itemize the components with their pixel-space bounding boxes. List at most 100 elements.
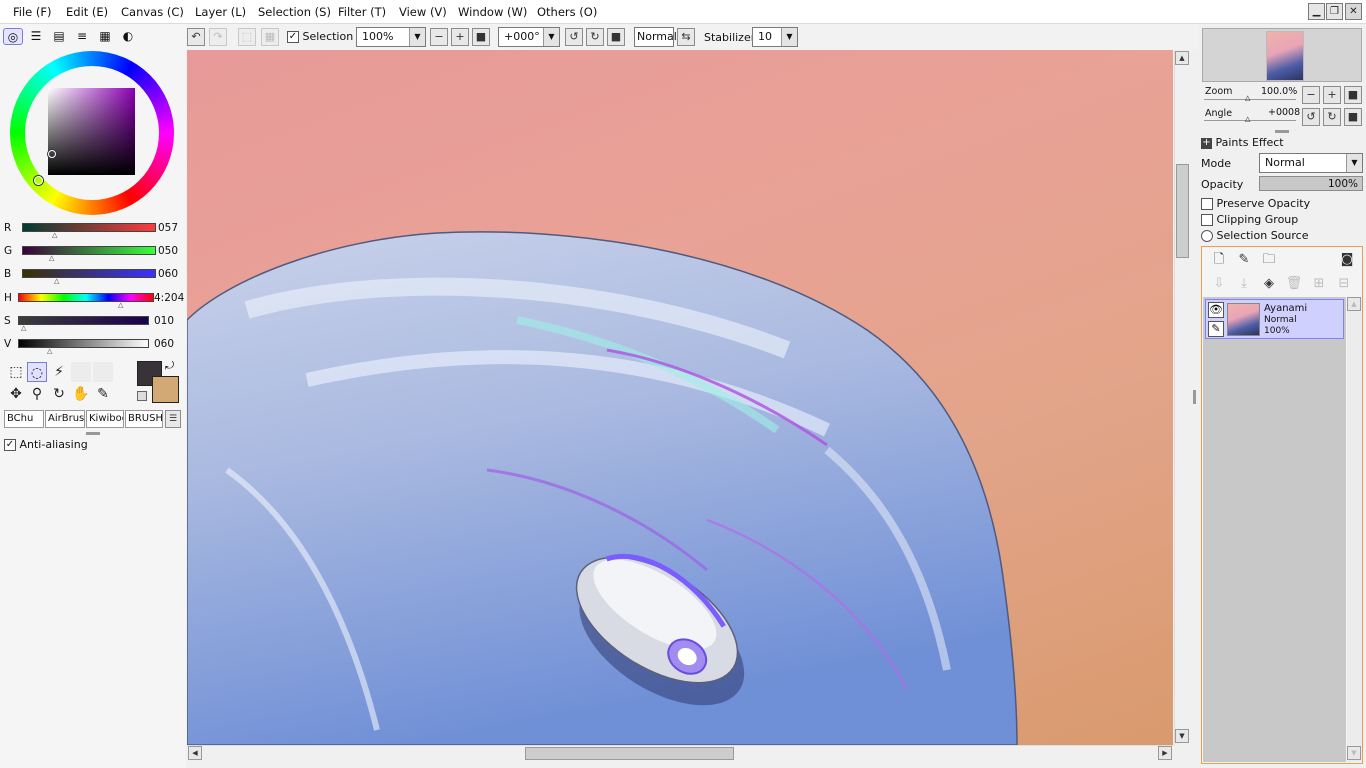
vertical-scroll-thumb[interactable] [1176, 164, 1189, 258]
scroll-left-arrow[interactable]: ◀ [188, 746, 202, 760]
menu-others[interactable]: Others (O) [537, 5, 597, 19]
brush-tab-airbrush[interactable]: AirBrush [45, 410, 85, 428]
saturation-track[interactable] [18, 316, 149, 325]
blue-track[interactable] [22, 269, 156, 278]
lasso-tool[interactable]: ◌ [27, 362, 47, 382]
preserve-opacity-checkbox[interactable] [1201, 198, 1213, 210]
preserve-opacity-toggle[interactable]: Preserve Opacity [1201, 197, 1310, 210]
new-layer-icon[interactable]: 🗋 [1210, 251, 1228, 269]
transfer-down-icon[interactable]: ⇩ [1210, 275, 1228, 293]
rect-select-tool[interactable]: ⬚ [6, 362, 26, 382]
selection-toggle[interactable]: ✓ Selection [287, 30, 353, 43]
invert-selection-button[interactable]: ▦ [261, 28, 279, 46]
rotate-left-button[interactable]: ↺ [565, 28, 583, 46]
selection-checkbox[interactable]: ✓ [287, 31, 299, 43]
menu-file[interactable]: File (F) [13, 5, 52, 19]
merge-layers-icon[interactable]: ⊞ [1310, 275, 1328, 293]
minimize-button[interactable]: ▁ [1308, 3, 1325, 20]
hue-thumb[interactable]: △ [118, 301, 123, 309]
rgb-slider-tab[interactable]: ☰ [26, 28, 46, 45]
edit-brush-icon[interactable]: ✎ [1208, 321, 1224, 337]
anti-aliasing-checkbox[interactable]: ✓ [4, 439, 16, 451]
rotate-right-button[interactable]: ↻ [586, 28, 604, 46]
blue-thumb[interactable]: △ [54, 277, 59, 285]
menu-selection[interactable]: Selection (S) [258, 5, 331, 19]
hue-track[interactable] [18, 293, 154, 302]
navigator-preview[interactable] [1202, 28, 1362, 82]
paints-effect-toggle[interactable]: + Paints Effect [1201, 136, 1284, 149]
red-thumb[interactable]: △ [52, 231, 57, 239]
delete-layer-icon[interactable]: 🗑 [1285, 275, 1303, 293]
menu-layer[interactable]: Layer (L) [195, 5, 246, 19]
mixer-tab[interactable]: ◐ [118, 28, 138, 45]
right-panel-splitter[interactable] [1193, 390, 1196, 404]
value-track[interactable] [18, 339, 149, 348]
green-slider[interactable]: G △ 050 [4, 244, 184, 262]
rotate-icon[interactable]: ↻ [49, 384, 69, 404]
menu-canvas[interactable]: Canvas (C) [121, 5, 184, 19]
eyedropper-icon[interactable]: ✎ [93, 384, 113, 404]
restore-button[interactable]: ❐ [1326, 3, 1343, 20]
value-thumb[interactable]: △ [47, 347, 52, 355]
nav-splitter[interactable] [1275, 130, 1289, 133]
menu-view[interactable]: View (V) [399, 5, 447, 19]
sv-cursor[interactable] [48, 150, 56, 158]
scratchpad-tab[interactable]: ▦ [95, 28, 115, 45]
rotate-reset-button[interactable]: ■ [607, 28, 625, 46]
saturation-thumb[interactable]: △ [21, 324, 26, 332]
zoom-out-button[interactable]: − [430, 28, 448, 46]
layer-mask-icon[interactable]: ◙ [1338, 251, 1356, 269]
menu-edit[interactable]: Edit (E) [66, 5, 108, 19]
new-linework-layer-icon[interactable]: ✎ [1235, 251, 1253, 269]
nav-zoom-out-button[interactable]: − [1302, 86, 1320, 104]
flip-button[interactable]: ⇆ [677, 28, 695, 46]
nav-zoom-thumb[interactable]: △ [1245, 94, 1250, 102]
undo-button[interactable]: ↶ [187, 28, 205, 46]
saturation-slider[interactable]: S △ 010 [4, 314, 184, 332]
scroll-down-arrow[interactable]: ▼ [1175, 729, 1189, 743]
horizontal-scrollbar[interactable]: ◀ ▶ [187, 745, 1174, 761]
expand-plus-icon[interactable]: + [1201, 137, 1212, 149]
drawing-canvas[interactable] [187, 50, 1173, 745]
saturation-value-square[interactable] [48, 88, 135, 175]
angle-combo[interactable]: +000° ▼ [498, 27, 560, 47]
layer-row[interactable]: 👁 ✎ Ayanami Normal 100% [1205, 299, 1344, 339]
layer-vertical-scrollbar[interactable]: ▲ ▼ [1347, 297, 1362, 762]
swap-colors-icon[interactable]: ⤾ [165, 359, 174, 373]
secondary-color-swatch[interactable] [152, 376, 179, 403]
zoom-icon[interactable]: ⚲ [27, 384, 47, 404]
zoom-combo[interactable]: 100% ▼ [356, 27, 426, 47]
selection-source-radio[interactable] [1201, 230, 1213, 242]
blend-mode-button[interactable]: Normal [634, 27, 677, 47]
zoom-reset-button[interactable]: ■ [472, 28, 490, 46]
move-icon[interactable]: ✥ [6, 384, 26, 404]
horizontal-scroll-thumb[interactable] [525, 747, 734, 760]
menu-window[interactable]: Window (W) [458, 5, 527, 19]
clear-layer-icon[interactable]: ◈ [1260, 275, 1278, 293]
clipping-group-toggle[interactable]: Clipping Group [1201, 213, 1298, 226]
blue-slider[interactable]: B △ 060 [4, 267, 184, 285]
scroll-up-arrow[interactable]: ▲ [1175, 51, 1189, 65]
deselect-button[interactable]: ⬚ [238, 28, 256, 46]
hand-icon[interactable]: ✋ [71, 384, 91, 404]
merge-down-icon[interactable]: ⤓ [1235, 275, 1253, 293]
new-folder-icon[interactable]: 🗀 [1260, 251, 1278, 269]
menu-filter[interactable]: Filter (T) [338, 5, 386, 19]
color-wheel-tab[interactable]: ◎ [3, 28, 23, 45]
hue-slider[interactable]: H △ 4:204 [4, 291, 184, 309]
swatch-tab[interactable]: ≡ [72, 28, 92, 45]
nav-rotate-right-button[interactable]: ↻ [1323, 108, 1341, 126]
brush-tab-brushs[interactable]: BRUSHS [125, 410, 163, 428]
nav-rotate-left-button[interactable]: ↺ [1302, 108, 1320, 126]
red-track[interactable] [22, 223, 156, 232]
nav-rotate-reset-button[interactable]: ■ [1344, 108, 1362, 126]
merge-visible-icon[interactable]: ⊟ [1335, 275, 1353, 293]
close-button[interactable]: ✕ [1345, 3, 1362, 20]
clipping-group-checkbox[interactable] [1201, 214, 1213, 226]
hsv-slider-tab[interactable]: ▤ [49, 28, 69, 45]
scroll-right-arrow[interactable]: ▶ [1158, 746, 1172, 760]
brush-list-menu-button[interactable]: ☰ [165, 410, 181, 428]
transparent-color-icon[interactable] [137, 391, 147, 401]
value-slider[interactable]: V △ 060 [4, 337, 184, 355]
red-slider[interactable]: R △ 057 [4, 221, 184, 239]
